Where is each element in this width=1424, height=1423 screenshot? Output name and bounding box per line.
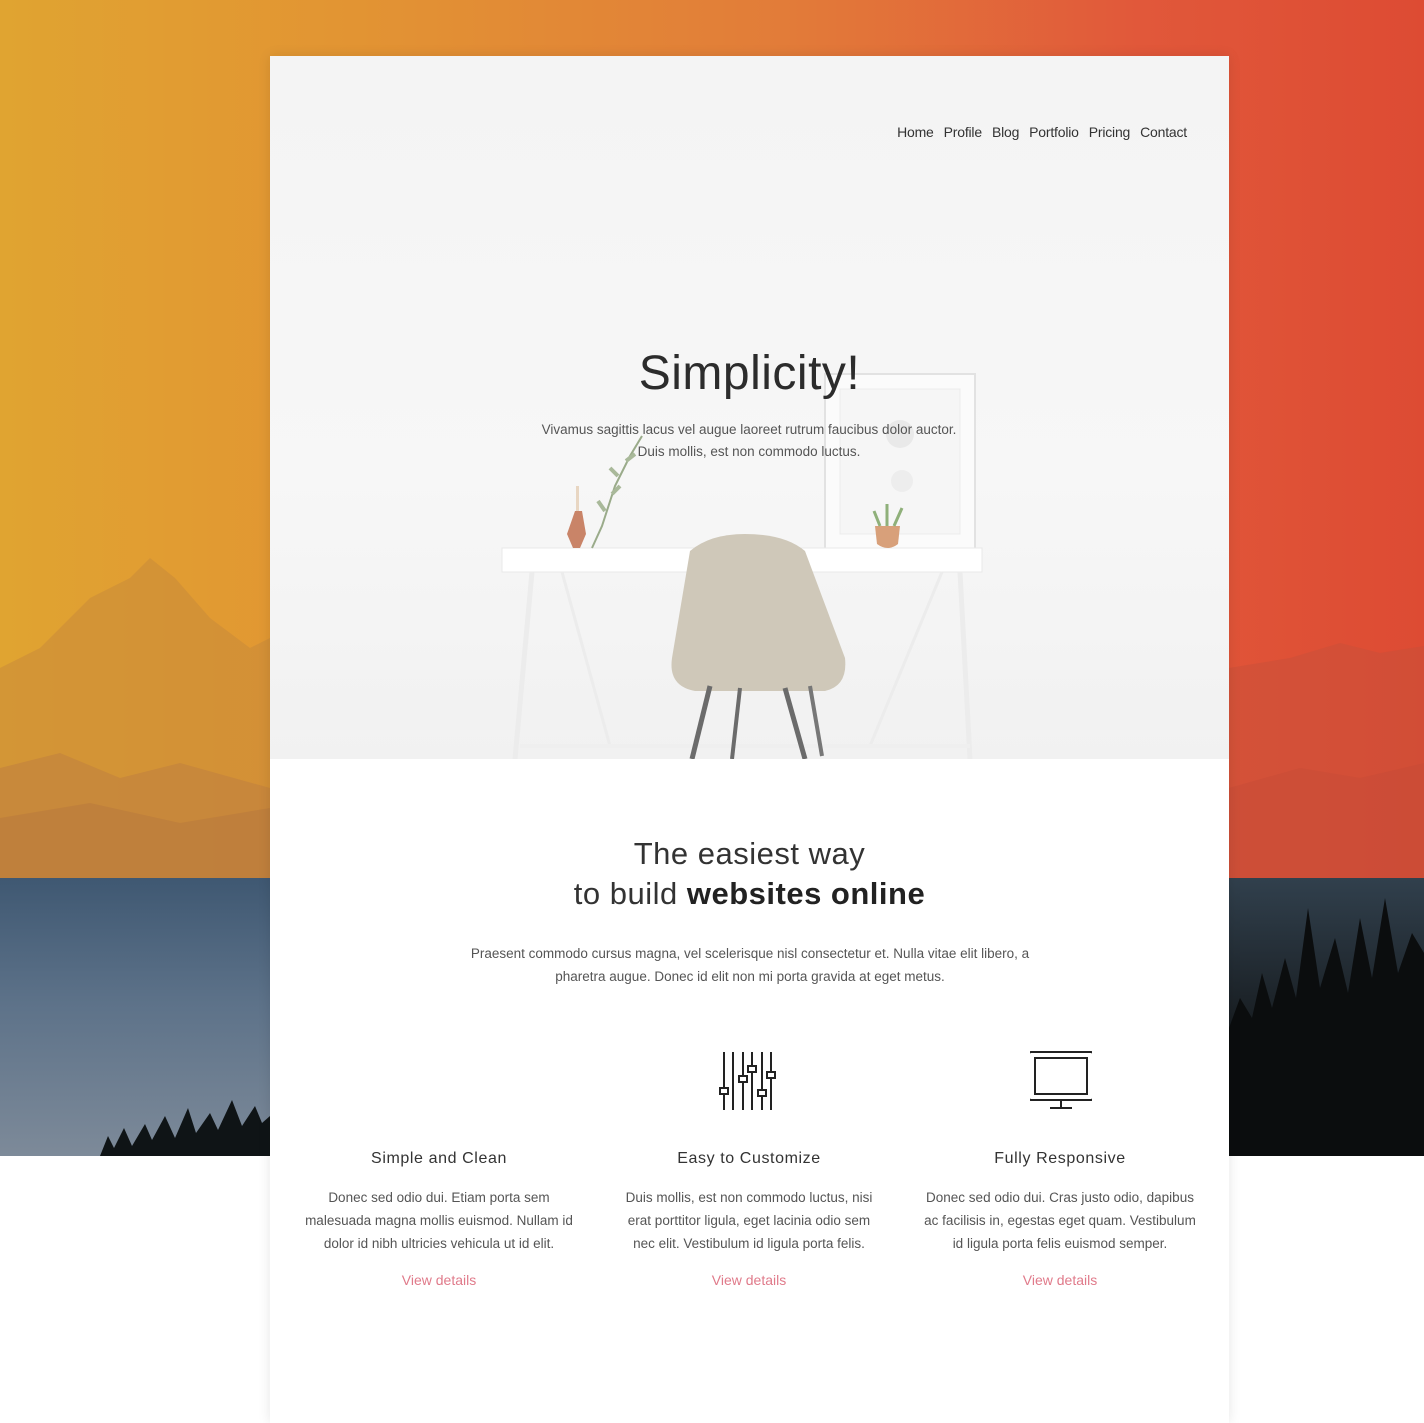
intro-text: Praesent commodo cursus magna, vel scele…	[450, 942, 1050, 988]
intro-heading-line-2-prefix: to build	[573, 876, 687, 911]
feature-text: Donec sed odio dui. Cras justo odio, dap…	[920, 1186, 1200, 1255]
page-card: Home Profile Blog Portfolio Pricing Cont…	[270, 56, 1229, 1423]
hero-subtitle-line-1: Vivamus sagittis lacus vel augue laoreet…	[541, 422, 957, 437]
nav-item-portfolio[interactable]: Portfolio	[1029, 124, 1079, 140]
nav-item-blog[interactable]: Blog	[992, 124, 1019, 140]
feature-title: Simple and Clean	[371, 1150, 507, 1167]
sliders-icon	[719, 1052, 776, 1110]
intro-heading-line-2-bold: websites online	[686, 876, 926, 911]
desk-chair-illustration	[501, 373, 983, 759]
features-row: Simple and Clean Donec sed odio dui. Eti…	[270, 1046, 1229, 1326]
nav-item-home[interactable]: Home	[897, 124, 934, 140]
intro-text-line-1: Praesent commodo cursus magna, vel scele…	[470, 946, 1030, 961]
monitor-icon	[1030, 1051, 1092, 1109]
nav-item-profile[interactable]: Profile	[944, 124, 982, 140]
main-nav: Home Profile Blog Portfolio Pricing Cont…	[897, 124, 1187, 140]
feature-title: Fully Responsive	[994, 1150, 1126, 1167]
hero-subtitle: Vivamus sagittis lacus vel augue laoreet…	[509, 419, 989, 463]
feature-fully-responsive: Fully Responsive Donec sed odio dui. Cra…	[915, 1046, 1205, 1306]
feature-text-line-1: Duis mollis, est non commodo luctus, nis…	[625, 1190, 873, 1205]
feature-text-line-2: malesuada magna mollis euismod. Nullam i…	[305, 1213, 573, 1228]
intro-heading-line-1: The easiest way	[633, 836, 866, 871]
intro-text-line-2: pharetra augue. Donec id elit non mi por…	[555, 969, 945, 984]
view-details-link[interactable]: View details	[915, 1272, 1205, 1288]
feature-text-line-1: Donec sed odio dui. Cras justo odio, dap…	[926, 1190, 1194, 1205]
intro-heading: The easiest way to build websites online	[270, 834, 1229, 914]
hero-title: Simplicity!	[638, 347, 861, 400]
blank-icon	[409, 1050, 471, 1112]
feature-title: Easy to Customize	[677, 1150, 821, 1167]
feature-text-line-1: Donec sed odio dui. Etiam porta sem	[328, 1190, 550, 1205]
hero-subtitle-line-2: Duis mollis, est non commodo luctus.	[637, 444, 861, 459]
feature-easy-customize: Easy to Customize Duis mollis, est non c…	[604, 1046, 894, 1306]
feature-text: Duis mollis, est non commodo luctus, nis…	[609, 1186, 889, 1255]
feature-simple-clean: Simple and Clean Donec sed odio dui. Eti…	[294, 1046, 584, 1306]
feature-text-line-3: dolor id nibh ultricies vehicula ut id e…	[323, 1236, 555, 1251]
hero-section: Home Profile Blog Portfolio Pricing Cont…	[270, 56, 1229, 759]
nav-item-contact[interactable]: Contact	[1140, 124, 1187, 140]
view-details-link[interactable]: View details	[294, 1272, 584, 1288]
nav-item-pricing[interactable]: Pricing	[1089, 124, 1131, 140]
feature-text-line-3: nec elit. Vestibulum id ligula porta fel…	[633, 1236, 865, 1251]
feature-text-line-2: erat porttitor ligula, eget lacinia odio…	[627, 1213, 871, 1228]
feature-text-line-2: ac facilisis in, egestas eget quam. Vest…	[924, 1213, 1196, 1228]
feature-text: Donec sed odio dui. Etiam porta sem male…	[299, 1186, 579, 1255]
feature-text-line-3: id ligula porta felis euismod semper.	[952, 1236, 1168, 1251]
view-details-link[interactable]: View details	[604, 1272, 894, 1288]
